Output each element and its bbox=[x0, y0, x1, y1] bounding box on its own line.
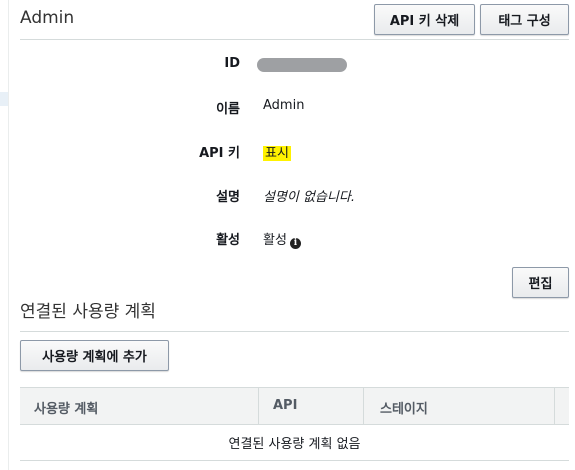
column-divider bbox=[554, 388, 555, 424]
api-key-show-link[interactable]: 표시 bbox=[263, 142, 291, 161]
status-label: 활성 bbox=[216, 233, 240, 248]
table-header: 사용량 계획 API 스테이지 bbox=[20, 387, 569, 425]
page-title: Admin bbox=[20, 8, 75, 28]
api-key-label: API 키 bbox=[199, 146, 240, 161]
add-to-usage-plan-button[interactable]: 사용량 계획에 추가 bbox=[20, 340, 169, 371]
name-value: Admin bbox=[263, 98, 305, 113]
section-divider bbox=[20, 331, 569, 332]
status-row: 활성 활성 i bbox=[0, 229, 560, 249]
column-divider bbox=[258, 388, 259, 424]
column-header-stage[interactable]: 스테이지 bbox=[380, 398, 428, 417]
name-row: 이름 Admin bbox=[0, 98, 560, 118]
redacted-id-value bbox=[257, 58, 347, 72]
header-divider bbox=[20, 39, 569, 40]
column-divider bbox=[363, 388, 364, 424]
description-value: 설명이 없습니다. bbox=[263, 190, 355, 205]
usage-plans-title: 연결된 사용량 계획 bbox=[20, 302, 156, 322]
api-key-show-text[interactable]: 표시 bbox=[263, 146, 291, 161]
table-empty-row: 연결된 사용량 계획 없음 bbox=[20, 425, 569, 461]
description-row: 설명 설명이 없습니다. bbox=[0, 186, 560, 206]
api-key-row: API 키 표시 bbox=[0, 142, 560, 162]
status-value: 활성 bbox=[263, 233, 287, 248]
info-icon[interactable]: i bbox=[289, 238, 301, 249]
id-label: ID bbox=[224, 56, 240, 71]
name-label: 이름 bbox=[216, 102, 240, 117]
edit-button[interactable]: 편집 bbox=[512, 267, 569, 298]
column-header-api[interactable]: API bbox=[273, 398, 297, 413]
description-label: 설명 bbox=[216, 190, 240, 205]
id-row: ID bbox=[0, 56, 560, 76]
status-value-wrap: 활성 i bbox=[263, 229, 301, 249]
column-header-usage-plan[interactable]: 사용량 계획 bbox=[34, 398, 98, 417]
delete-api-key-button[interactable]: API 키 삭제 bbox=[374, 4, 475, 35]
tag-config-button[interactable]: 태그 구성 bbox=[480, 4, 569, 35]
